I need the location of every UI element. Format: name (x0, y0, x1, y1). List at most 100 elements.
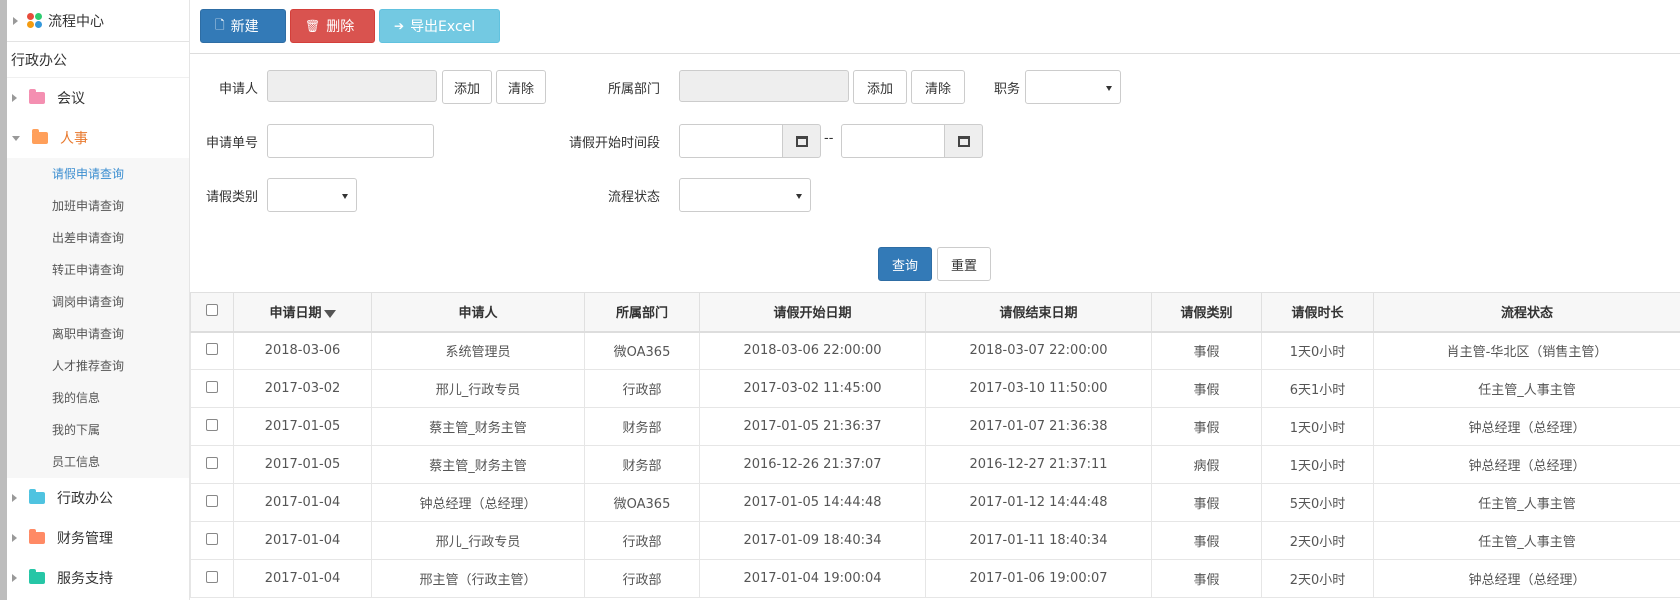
table-cell: 任主管_人事主管 (1373, 483, 1680, 522)
table-row[interactable]: 2017-01-05 蔡主管_财务主管 财务部 2017-01-05 21:36:37… (190, 407, 1680, 446)
leave-start-to-input[interactable] (841, 124, 945, 158)
select-all-checkbox-cell[interactable] (190, 292, 234, 333)
table-cell: 2017-01-06 19:00:07 (925, 559, 1152, 598)
table-cell: 钟总经理（总经理） (1373, 445, 1680, 484)
folder-icon (29, 89, 45, 104)
leave-start-label: 请假开始时间段 (568, 136, 660, 151)
select-all-checkbox[interactable] (206, 303, 218, 316)
left-edge-bar (0, 0, 7, 600)
sidebar-subitem[interactable]: 人才推荐查询 (7, 350, 189, 382)
table-cell: 5天0小时 (1261, 483, 1374, 522)
row-checkbox[interactable] (206, 494, 218, 507)
delete-button[interactable]: 🗑 删除 (290, 9, 375, 43)
col-flow-status: 流程状态 (1373, 292, 1680, 333)
sidebar-subitem[interactable]: 出差申请查询 (7, 222, 189, 254)
trash-icon: 🗑 (305, 19, 321, 33)
export-excel-button[interactable]: ➔ 导出Excel (379, 9, 500, 43)
sidebar-header[interactable]: 流程中心 (7, 0, 189, 42)
table-cell: 2017-01-04 (233, 559, 372, 598)
leave-start-from-input[interactable] (679, 124, 783, 158)
sort-desc-icon[interactable] (323, 310, 336, 319)
dept-clear-button[interactable]: 清除 (911, 70, 965, 104)
table-row[interactable]: 2017-03-02 邢儿_行政专员 行政部 2017-03-02 11:45:00 2… (190, 369, 1680, 408)
sidebar-group[interactable]: 财务管理 (7, 518, 189, 558)
row-checkbox-cell[interactable] (190, 559, 234, 598)
calendar-icon[interactable] (944, 124, 983, 158)
row-checkbox[interactable] (206, 418, 218, 431)
applicant-clear-button[interactable]: 清除 (496, 70, 546, 104)
row-checkbox-cell[interactable] (190, 521, 234, 560)
new-button[interactable]: 🗋 新建 (200, 9, 286, 43)
request-no-input[interactable] (267, 124, 434, 158)
col-apply-date-label: 申请日期 (269, 306, 322, 322)
folder-icon (32, 129, 48, 144)
table-cell: 2018-03-07 22:00:00 (925, 331, 1152, 370)
leave-type-label: 请假类别 (205, 190, 258, 205)
table-cell: 系统管理员 (371, 331, 585, 370)
row-checkbox[interactable] (206, 456, 218, 469)
sidebar-subitem[interactable]: 员工信息 (7, 446, 189, 478)
sidebar-group-label: 会议 (57, 91, 85, 107)
table-cell: 邢儿_行政专员 (371, 521, 585, 560)
sidebar-subitems: 请假申请查询 加班申请查询 出差申请查询 转正申请查询 调岗申请查询 离职申请查询 人才推荐… (7, 158, 189, 478)
reset-button[interactable]: 重置 (937, 247, 991, 281)
table-row[interactable]: 2018-03-06 系统管理员 微OA365 2018-03-06 22:00:00… (190, 331, 1680, 370)
sidebar-subitem[interactable]: 请假申请查询 (7, 158, 189, 190)
sidebar-subitem[interactable]: 我的下属 (7, 414, 189, 446)
sidebar-subitem[interactable]: 我的信息 (7, 382, 189, 414)
position-select[interactable] (1025, 70, 1121, 104)
dept-label: 所属部门 (607, 82, 660, 97)
dept-input[interactable] (679, 70, 849, 102)
row-checkbox-cell[interactable] (190, 483, 234, 522)
row-checkbox[interactable] (206, 380, 218, 393)
delete-button-label: 删除 (326, 19, 355, 35)
sidebar-group[interactable]: 服务支持 (7, 558, 189, 598)
sidebar-subitem[interactable]: 转正申请查询 (7, 254, 189, 286)
col-leave-end: 请假结束日期 (925, 292, 1152, 333)
sidebar-group[interactable]: 人事 (7, 118, 189, 158)
table-cell: 1天0小时 (1261, 445, 1374, 484)
table-cell: 2017-01-05 (233, 407, 372, 446)
row-checkbox-cell[interactable] (190, 369, 234, 408)
row-checkbox-cell[interactable] (190, 445, 234, 484)
table-cell: 2天0小时 (1261, 521, 1374, 560)
folder-icon (29, 489, 45, 504)
export-button-label: 导出Excel (410, 19, 476, 35)
flow-status-select[interactable] (679, 178, 811, 212)
applicant-input[interactable] (267, 70, 437, 102)
table-row[interactable]: 2017-01-05 蔡主管_财务主管 财务部 2016-12-26 21:37:07… (190, 445, 1680, 484)
dept-add-button[interactable]: 添加 (853, 70, 907, 104)
caret-right-icon (12, 574, 17, 582)
table-cell: 事假 (1151, 483, 1262, 522)
row-checkbox[interactable] (206, 342, 218, 355)
sidebar-subitem[interactable]: 离职申请查询 (7, 318, 189, 350)
caret-right-icon (12, 494, 17, 502)
calendar-icon[interactable] (782, 124, 821, 158)
sidebar-group[interactable]: 会议 (7, 78, 189, 118)
table-cell: 钟总经理（总经理） (371, 483, 585, 522)
table-row[interactable]: 2017-01-04 邢主管（行政主管） 行政部 2017-01-04 19:00:0… (190, 559, 1680, 598)
applicant-add-button[interactable]: 添加 (442, 70, 492, 104)
folder-icon (29, 529, 45, 544)
table-row[interactable]: 2017-01-04 钟总经理（总经理） 微OA365 2017-01-05 14:4… (190, 483, 1680, 522)
table-cell: 任主管_人事主管 (1373, 369, 1680, 408)
sidebar-group-label: 服务支持 (57, 571, 113, 587)
table-cell: 1天0小时 (1261, 407, 1374, 446)
sidebar-subitem[interactable]: 加班申请查询 (7, 190, 189, 222)
sidebar-group[interactable]: 行政办公 (7, 478, 189, 518)
row-checkbox-cell[interactable] (190, 331, 234, 370)
main-panel: 🗋 新建 🗑 删除 ➔ 导出Excel 申请人 添加 清除 所属部门 添加 清除… (190, 0, 1680, 600)
query-button[interactable]: 查询 (878, 247, 932, 281)
row-checkbox-cell[interactable] (190, 407, 234, 446)
col-apply-date[interactable]: 申请日期 (233, 292, 372, 333)
table-row[interactable]: 2017-01-04 邢儿_行政专员 行政部 2017-01-09 18:40:34 2… (190, 521, 1680, 560)
leave-type-select[interactable] (267, 178, 357, 212)
table-cell: 2017-03-02 11:45:00 (699, 369, 926, 408)
sidebar-subitem[interactable]: 调岗申请查询 (7, 286, 189, 318)
table-cell: 事假 (1151, 369, 1262, 408)
row-checkbox[interactable] (206, 570, 218, 583)
col-dept: 所属部门 (584, 292, 700, 333)
row-checkbox[interactable] (206, 532, 218, 545)
table-cell: 2017-01-04 (233, 521, 372, 560)
applicant-label: 申请人 (218, 82, 258, 97)
